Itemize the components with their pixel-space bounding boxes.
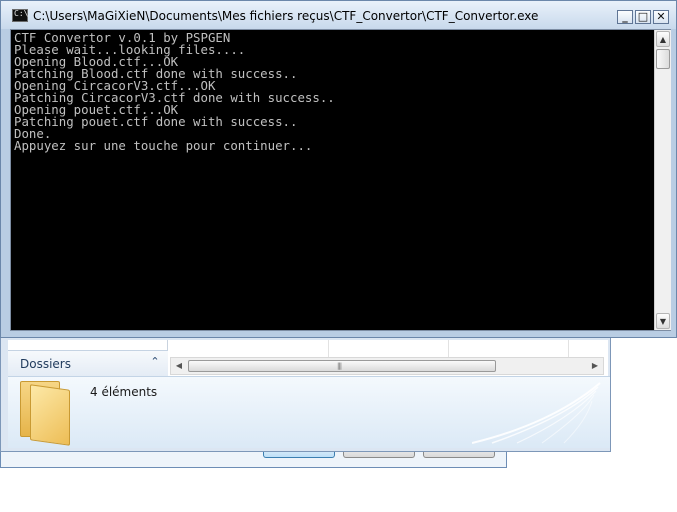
scroll-down-arrow-icon[interactable]: ▼ [656, 313, 670, 329]
horizontal-scroll-thumb[interactable]: ||| [188, 360, 496, 372]
console-output-area[interactable]: CTF Convertor v.0.1 by PSPGEN Please wai… [10, 29, 671, 331]
details-pane: 4 éléments [8, 376, 610, 448]
folders-label: Dossiers [20, 357, 71, 371]
cmd-icon-text: C:\ [14, 9, 29, 18]
folders-toggle-bar[interactable]: Dossiers ⌃ [8, 350, 168, 376]
console-line: Patching pouet.ctf done with success.. [14, 114, 298, 129]
horizontal-scrollbar[interactable]: ◀ ||| ▶ [170, 357, 604, 375]
grip-icon: ||| [337, 362, 342, 370]
cmd-icon[interactable]: C:\ [12, 9, 28, 22]
minimize-button[interactable]: _ [617, 10, 633, 24]
close-button[interactable]: ✕ [653, 10, 669, 24]
scroll-right-arrow-icon[interactable]: ▶ [587, 358, 603, 374]
scroll-left-arrow-icon[interactable]: ◀ [171, 358, 187, 374]
folder-icon [16, 381, 72, 446]
console-line: Appuyez sur une touche pour continuer... [14, 138, 313, 153]
console-window: C:\ C:\Users\MaGiXieN\Documents\Mes fich… [0, 0, 677, 338]
item-count: 4 éléments [90, 385, 158, 399]
chevron-up-icon[interactable]: ⌃ [148, 355, 162, 369]
window-title: C:\Users\MaGiXieN\Documents\Mes fichiers… [33, 9, 539, 23]
console-output: CTF Convertor v.0.1 by PSPGEN Please wai… [14, 32, 650, 328]
maximize-button[interactable]: □ [635, 10, 651, 24]
decorative-swoosh-icon [472, 382, 601, 444]
vertical-scroll-thumb[interactable] [656, 49, 670, 69]
console-titlebar[interactable]: C:\ C:\Users\MaGiXieN\Documents\Mes fich… [1, 1, 676, 29]
vertical-scrollbar[interactable]: ▲ ▼ [654, 30, 671, 330]
screen: Dossiers ⌃ ◀ ||| ▶ 4 éléments C:\ C:\Use… [0, 0, 677, 512]
scroll-up-arrow-icon[interactable]: ▲ [656, 31, 670, 47]
